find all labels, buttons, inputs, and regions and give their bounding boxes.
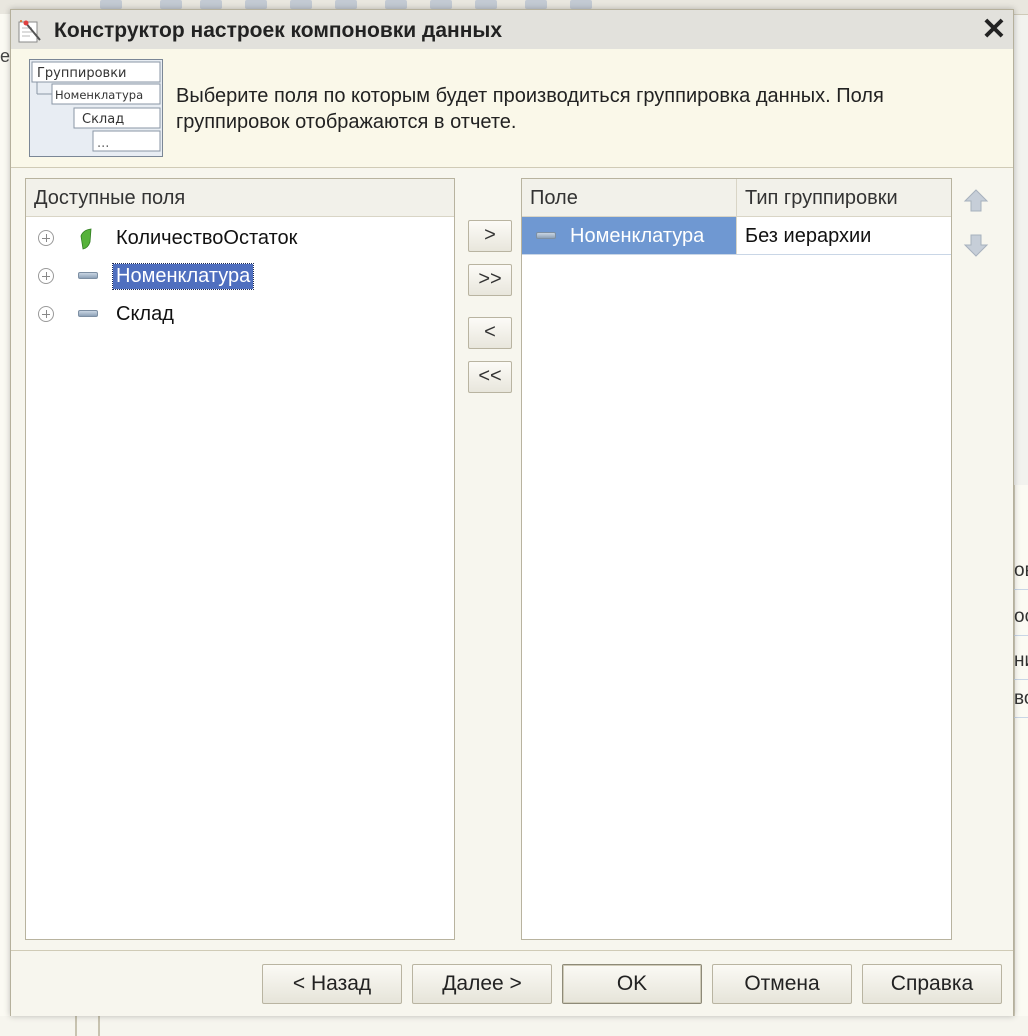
remove-field-button[interactable]: < [468,317,512,349]
table-row[interactable]: Номенклатура Без иерархии [522,217,951,255]
tree-item[interactable]: Склад [26,295,454,333]
tree-item[interactable]: КоличествоОстаток [26,219,454,257]
toolbar-icon [290,0,312,9]
resource-icon [80,228,92,250]
available-fields-header: Доступные поля [26,179,454,217]
background-right-text: ни [1014,642,1028,680]
tree-item-label: Номенклатура [111,263,255,290]
composition-wizard-dialog: Конструктор настроек компоновки данных ✕… [10,9,1014,1016]
available-fields-tree[interactable]: Доступные поля КоличествоОстаток Номенкл… [25,178,455,940]
tree-item-selected[interactable]: Номенклатура [26,257,454,295]
add-all-fields-button[interactable]: >> [468,264,512,296]
cancel-button[interactable]: Отмена [712,964,852,1004]
header-description: Выберите поля по которым будет производи… [176,85,884,133]
move-up-icon[interactable] [961,186,991,216]
background-left-panel [0,14,10,1036]
table-cell-grouping-type[interactable]: Без иерархии [736,217,950,254]
wizard-icon [18,20,41,43]
move-down-icon[interactable] [961,230,991,260]
toolbar-icon [525,0,547,9]
column-header-grouping-type[interactable]: Тип группировки [736,179,951,217]
background-divider [75,1016,77,1036]
tree-item-label: Склад [116,303,174,325]
background-right-text: ов [1014,552,1028,590]
title-bar[interactable]: Конструктор настроек компоновки данных ✕ [11,10,1013,49]
toolbar-icon [385,0,407,9]
illustration-text-nomenclature: Номенклатура [55,88,143,102]
toolbar-icon [335,0,357,9]
table-cell-field[interactable]: Номенклатура [522,217,736,254]
column-header-field[interactable]: Поле [522,179,736,217]
toolbar-icon [570,0,592,9]
field-icon [78,272,98,279]
background-left-text: е [0,46,11,66]
expand-plus-icon[interactable] [38,306,54,322]
illustration-text-warehouse: Склад [82,112,124,127]
ok-button[interactable]: OK [562,964,702,1004]
close-icon[interactable]: ✕ [979,15,1009,45]
back-button[interactable]: < Назад [262,964,402,1004]
grouping-table[interactable]: Поле Тип группировки Номенклатура Без ие… [521,178,952,940]
dialog-title: Конструктор настроек компоновки данных [54,19,503,42]
field-icon [78,310,98,317]
illustration-text-groupings: Группировки [37,66,127,81]
wizard-header: Группировки Номенклатура Склад ... Выбер… [11,49,1013,168]
background-bottom [0,1016,1028,1036]
table-cell-field-text: Номенклатура [570,225,705,247]
toolbar-icon [200,0,222,9]
next-button[interactable]: Далее > [412,964,552,1004]
background-right-text: во [1014,680,1028,718]
toolbar-icon [100,0,122,9]
toolbar-icon [475,0,497,9]
field-icon [536,232,556,239]
add-field-button[interactable]: > [468,220,512,252]
expand-plus-icon[interactable] [38,268,54,284]
background-divider [98,1016,100,1036]
dialog-footer: < Назад Далее > OK Отмена Справка [11,950,1013,1016]
expand-plus-icon[interactable] [38,230,54,246]
illustration-text-ellipsis: ... [97,136,109,151]
remove-all-fields-button[interactable]: << [468,361,512,393]
grouping-illustration: Группировки Номенклатура Склад ... [29,59,163,157]
background-right-text: ос [1014,598,1028,636]
toolbar-icon [430,0,452,9]
toolbar-icon [245,0,267,9]
help-button[interactable]: Справка [862,964,1002,1004]
toolbar-icon [160,0,182,9]
tree-item-label: КоличествоОстаток [116,227,298,249]
